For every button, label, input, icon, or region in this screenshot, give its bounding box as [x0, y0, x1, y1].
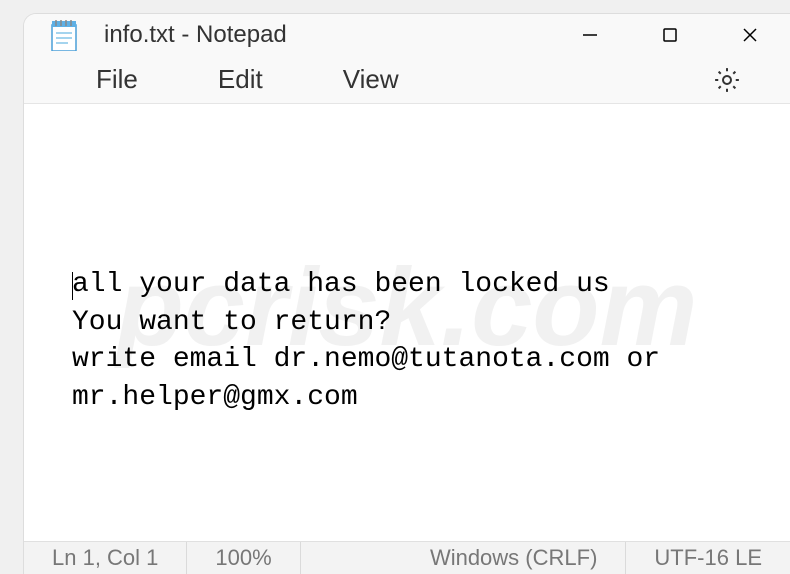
- titlebar: info.txt - Notepad: [24, 14, 790, 56]
- status-encoding: UTF-16 LE: [626, 542, 790, 574]
- status-zoom[interactable]: 100%: [187, 542, 300, 574]
- settings-button[interactable]: [704, 57, 750, 103]
- statusbar: Ln 1, Col 1 100% Windows (CRLF) UTF-16 L…: [24, 541, 790, 574]
- text-editor-area[interactable]: pcrisk.com all your data has been locked…: [24, 104, 790, 540]
- window-title: info.txt - Notepad: [104, 21, 550, 49]
- status-position: Ln 1, Col 1: [24, 542, 187, 574]
- document-text: all your data has been locked us You wan…: [72, 269, 677, 413]
- minimize-button[interactable]: [550, 14, 630, 56]
- menubar: File Edit View: [24, 56, 790, 104]
- status-line-ending: Windows (CRLF): [402, 542, 626, 574]
- notepad-icon: [48, 19, 80, 51]
- menu-edit[interactable]: Edit: [186, 56, 295, 103]
- notepad-window: info.txt - Notepad File Edit View pcrisk: [24, 14, 790, 574]
- maximize-button[interactable]: [630, 14, 710, 56]
- menu-view[interactable]: View: [311, 56, 431, 103]
- window-controls: [550, 14, 790, 56]
- close-button[interactable]: [710, 14, 790, 56]
- menu-file[interactable]: File: [64, 56, 170, 103]
